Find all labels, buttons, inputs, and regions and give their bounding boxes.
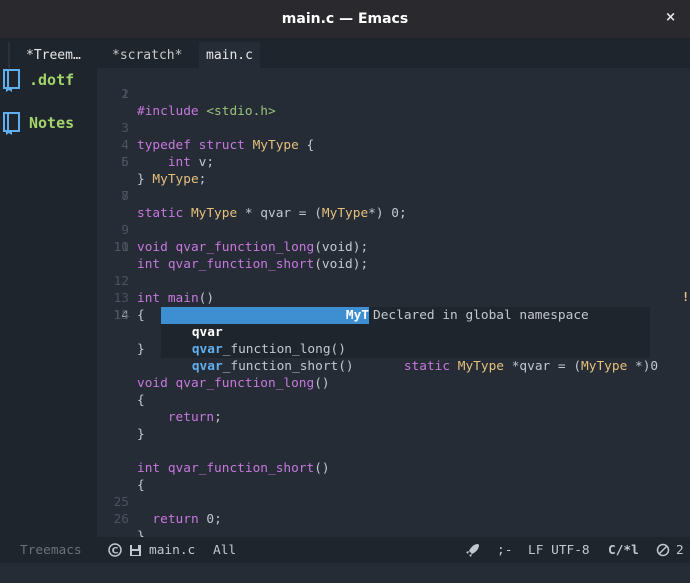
modeline-major-mode: C/*l [608, 542, 639, 558]
treemacs-sidebar: *Treem… .dotf Notes [0, 38, 97, 537]
tab-scratch[interactable]: *scratch* [105, 42, 190, 68]
completion-annotation: MyT [345, 308, 369, 323]
code-line: 13 { [113, 291, 145, 323]
doc-signature: static MyType *qvar = (MyType *)0 [403, 359, 659, 374]
modeline-error-count: 2 [676, 542, 684, 558]
code-line: 1 #include <stdio.h> [97, 69, 690, 119]
code-editor[interactable]: 1 #include <stdio.h> 2 3 typedef struct … [97, 68, 690, 544]
code-line: { [137, 478, 145, 493]
tab-main-c[interactable]: main.c [199, 42, 260, 68]
tree-item-dotf[interactable]: .dotf [0, 67, 74, 93]
code-line: 25 return 0; [113, 495, 222, 527]
completion-item[interactable]: qvar_function_long() [161, 324, 369, 357]
tree-item-label: Notes [29, 114, 75, 132]
mode-line: Treemacs C main.c All ;- LF UTF-8 C/*l 2 [0, 537, 690, 563]
code-line-current: 14 qvar [97, 290, 690, 340]
window-title: main.c — Emacs [281, 11, 409, 27]
tree-item-label: .dotf [29, 71, 75, 89]
modeline-position: All [213, 542, 237, 558]
code-line: 3 typedef struct MyType { [121, 121, 315, 153]
completion-item-selected[interactable]: qvar MyT [161, 307, 369, 340]
code-line: return; [167, 410, 222, 425]
title-bar: main.c — Emacs × [0, 0, 690, 38]
modeline-buffer-name: main.c [149, 542, 196, 558]
code-line: 12 int main() [113, 274, 215, 306]
code-line: 4 int v; [121, 138, 215, 170]
tab-treemacs[interactable]: *Treem… [8, 42, 88, 68]
modeline-encoding: LF UTF-8 [528, 542, 590, 558]
c-mode-icon: C [108, 537, 122, 563]
book-icon [3, 69, 20, 92]
svg-text:C: C [112, 547, 119, 557]
completion-item[interactable]: qvar_function_short() [161, 341, 369, 374]
tree-item-notes[interactable]: Notes [0, 110, 74, 136]
warning-mark: ! [682, 290, 690, 304]
code-line: } [137, 427, 145, 442]
completion-doc-popup: Declared in global namespace static MyTy… [369, 307, 658, 374]
completion-popup: qvar MyT qvar_function_long() qvar_functi… [161, 307, 369, 374]
code-line: 5 } MyType; [121, 155, 207, 187]
code-line: int qvar_function_short() [137, 461, 330, 476]
code-line: 10 int qvar_function_short(void); [113, 240, 369, 272]
doc-text: Declared in global namespace [373, 308, 589, 323]
code-line: 26 } [113, 512, 145, 544]
close-icon[interactable]: × [665, 10, 676, 25]
minibuffer[interactable] [0, 563, 690, 583]
rocket-icon [465, 537, 480, 563]
modeline-vc: ;- [497, 542, 513, 558]
code-line: { [137, 393, 145, 408]
code-line: 7 static MyType * qvar = (MyType*) 0; [121, 189, 407, 221]
tab-bar: *scratch* main.c [97, 38, 690, 68]
code-line: 9 void qvar_function_long(void); [121, 223, 369, 255]
no-entry-icon [656, 537, 670, 563]
book-icon [3, 112, 20, 135]
save-icon[interactable] [129, 537, 142, 563]
modeline-treemacs: Treemacs [20, 542, 82, 558]
